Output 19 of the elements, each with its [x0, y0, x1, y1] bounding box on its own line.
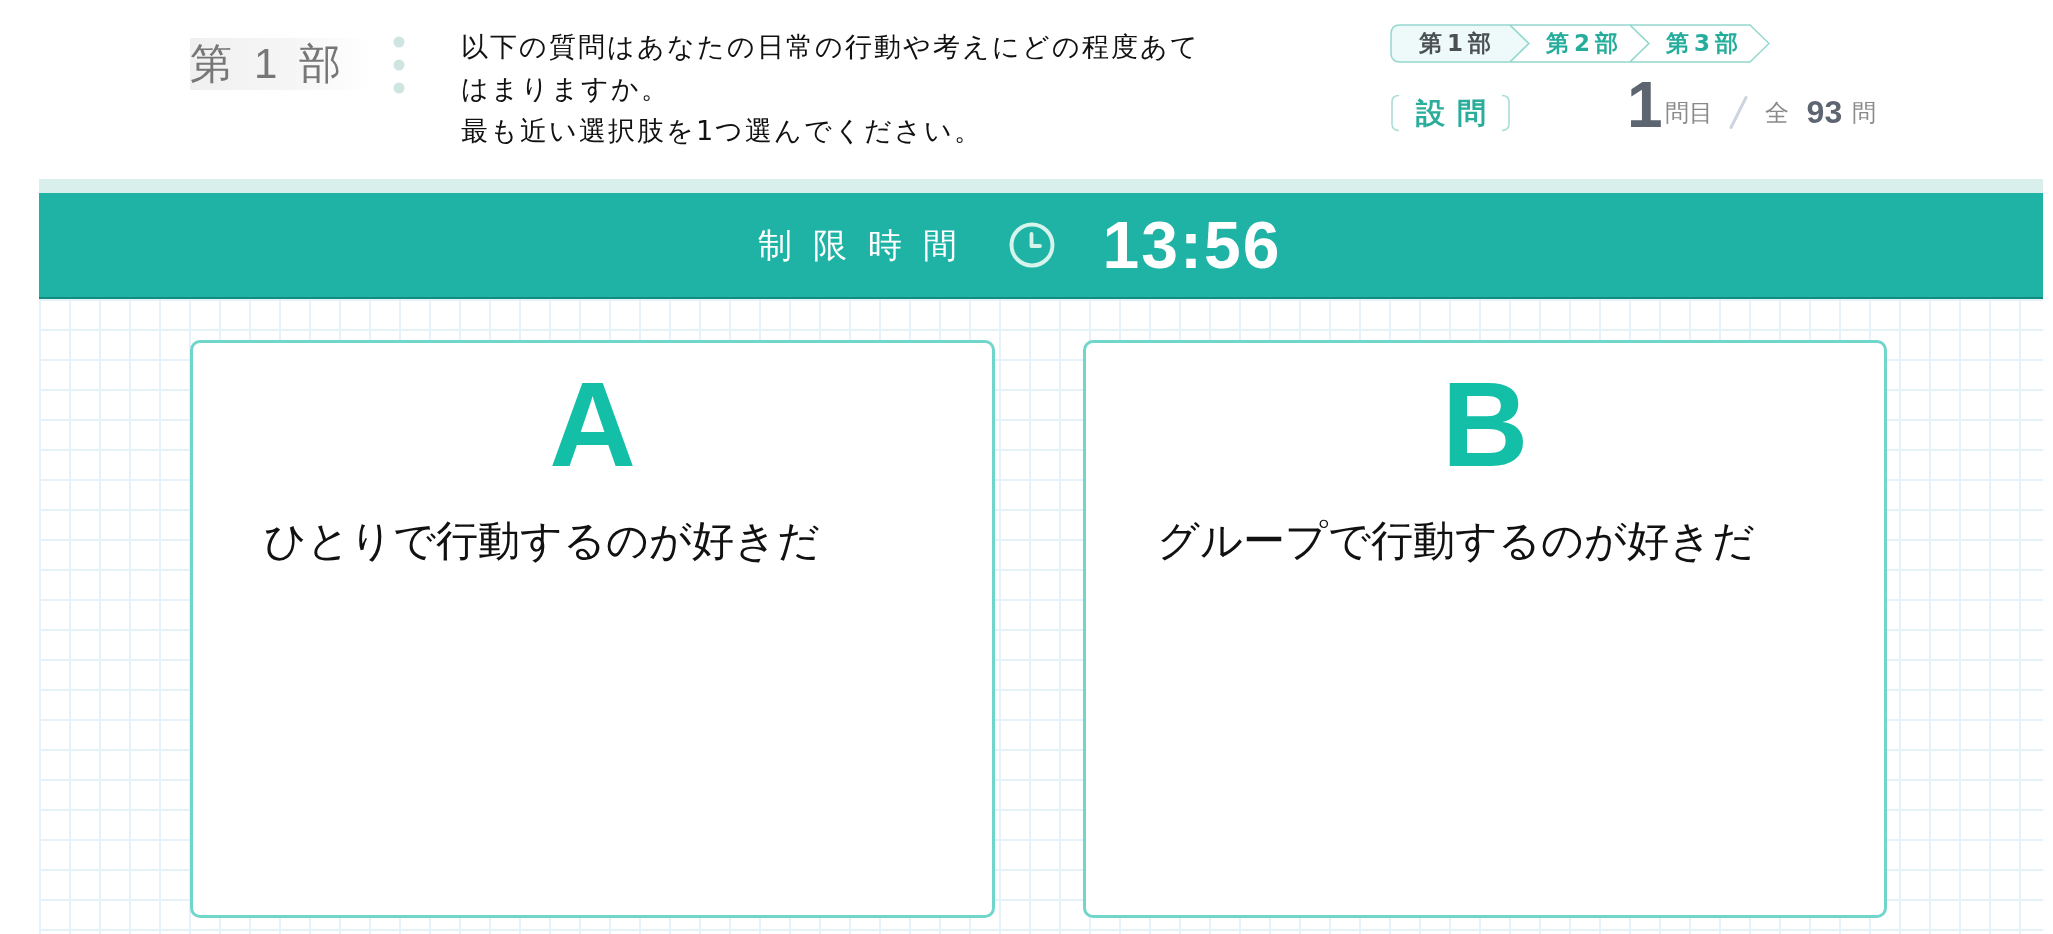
- vertical-dots-icon: [393, 36, 405, 94]
- question-number: 1: [1627, 80, 1663, 129]
- total-count: 93: [1806, 95, 1843, 128]
- timer-label: 制限時間: [757, 228, 978, 262]
- clock-icon: [1008, 222, 1055, 268]
- option-letter: B: [1441, 364, 1529, 484]
- option-letter: A: [549, 364, 636, 484]
- question-unit-label: 問目: [1664, 100, 1713, 125]
- instructions-text: 以下の質問はあなたの日常の行動や考えにどの程度あてはまりますか。 最も近い選択肢を1つ選んでください。: [461, 30, 1201, 148]
- option-card[interactable]: B グループで行動するのが好きだ: [1083, 340, 1887, 918]
- option-card[interactable]: A ひとりで行動するのが好きだ: [190, 340, 995, 918]
- slash-icon: [1728, 95, 1748, 129]
- step-indicator: 第3部: [1630, 24, 1770, 63]
- total-unit-label: 問: [1852, 100, 1877, 125]
- option-text: ひとりで行動するのが好きだ: [264, 515, 820, 567]
- section-label: 設問: [1390, 94, 1511, 132]
- total-label: 全: [1764, 100, 1789, 125]
- time-remaining: 13:56: [1102, 212, 1282, 278]
- option-text: グループで行動するのが好きだ: [1157, 515, 1755, 567]
